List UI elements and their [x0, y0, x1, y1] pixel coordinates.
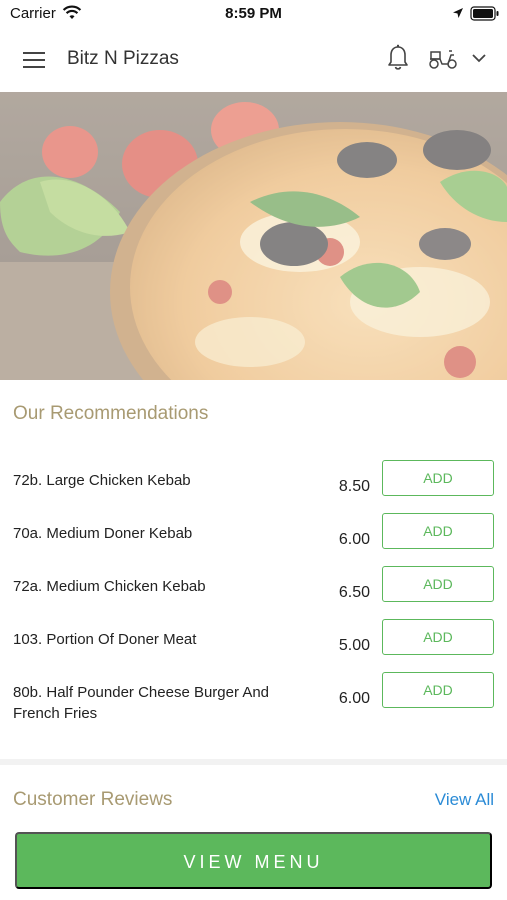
item-price: 8.50	[338, 478, 370, 495]
section-divider	[0, 759, 507, 765]
location-arrow-icon	[453, 8, 463, 18]
add-button[interactable]: ADD	[382, 672, 494, 708]
app-title: Bitz N Pizzas	[67, 48, 179, 69]
item-price: 6.00	[338, 531, 370, 548]
item-price: 6.50	[338, 584, 370, 601]
add-button[interactable]: ADD	[382, 513, 494, 549]
item-price: 6.00	[338, 690, 370, 707]
item-name: 80b. Half Pounder Cheese Burger And Fren…	[13, 684, 270, 722]
add-button[interactable]: ADD	[382, 566, 494, 602]
pizza-hero-image	[0, 92, 507, 380]
app-header: Bitz N Pizzas	[0, 28, 507, 92]
battery-icon	[470, 6, 499, 21]
add-button[interactable]: ADD	[382, 460, 494, 496]
item-name: 72a. Medium Chicken Kebab	[13, 578, 206, 595]
bell-icon[interactable]	[386, 44, 410, 72]
status-bar: Carrier 8:59 PM	[0, 0, 507, 28]
view-all-link[interactable]: View All	[435, 790, 494, 810]
customer-reviews-title: Customer Reviews	[13, 789, 173, 810]
item-name: 70a. Medium Doner Kebab	[13, 525, 193, 542]
recommendations-title: Our Recommendations	[13, 403, 209, 424]
clock: 8:59 PM	[225, 5, 282, 22]
add-button[interactable]: ADD	[382, 619, 494, 655]
item-name: 72b. Large Chicken Kebab	[13, 472, 191, 489]
item-name: 103. Portion Of Doner Meat	[13, 631, 197, 648]
item-price: 5.00	[338, 637, 370, 654]
view-menu-button[interactable]: VIEW MENU	[15, 832, 492, 889]
delivery-scooter-icon[interactable]	[428, 46, 458, 70]
menu-icon[interactable]	[22, 50, 46, 70]
chevron-down-icon[interactable]	[471, 52, 487, 64]
